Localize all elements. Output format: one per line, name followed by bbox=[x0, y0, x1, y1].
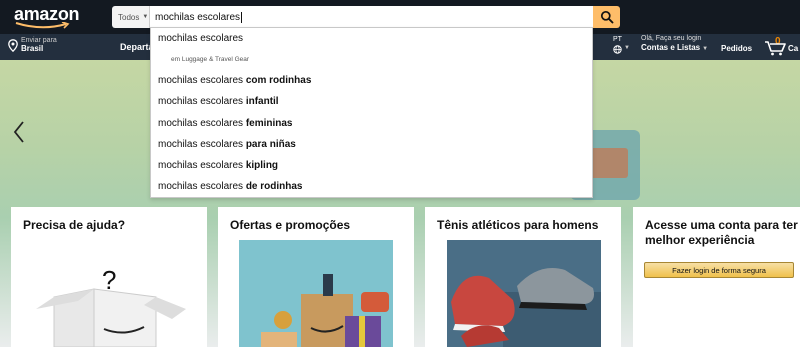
account-and-lists[interactable]: Olá, Faça seu login Contas e Listas ▼ bbox=[641, 35, 708, 52]
suggestion-suffix: com rodinhas bbox=[245, 75, 312, 86]
caret-down-icon: ▼ bbox=[702, 46, 709, 52]
caret-down-icon: ▼ bbox=[624, 45, 630, 51]
account-lists-label: Contas e Listas bbox=[641, 43, 701, 52]
location-pin-icon bbox=[8, 39, 18, 52]
suggestion-item[interactable]: mochilas escolares com rodinhas bbox=[158, 75, 311, 86]
sign-in-button[interactable]: Fazer login de forma segura bbox=[644, 262, 794, 278]
suggestion-prefix: mochilas escolares bbox=[158, 96, 246, 107]
suggestion-item[interactable]: mochilas escolares kipling bbox=[158, 160, 278, 171]
deliver-label: Enviar para bbox=[21, 37, 57, 44]
card-title: Tênis atléticos para homens bbox=[437, 218, 599, 232]
card-title: Acesse uma conta para ter a melhor exper… bbox=[645, 218, 800, 247]
search-category-select[interactable]: Todos ▼ bbox=[112, 6, 150, 28]
cart-icon bbox=[765, 41, 786, 56]
suggestion-item[interactable]: mochilas escolares de rodinhas bbox=[158, 181, 303, 192]
suggestion-item[interactable]: mochilas escolares para niñas bbox=[158, 139, 296, 150]
suggestion-suffix: femininas bbox=[245, 118, 293, 129]
suggestion-item[interactable]: mochilas escolares femininas bbox=[158, 118, 293, 129]
language-selector[interactable]: PT ▼ bbox=[613, 36, 630, 54]
suggestion-item[interactable]: mochilas escolares bbox=[158, 33, 243, 44]
search-button[interactable] bbox=[593, 6, 620, 28]
search-bar: Todos ▼ mochilas escolares bbox=[112, 6, 620, 28]
suggestion-suffix: infantil bbox=[245, 96, 279, 107]
deliver-country: Brasil bbox=[21, 44, 44, 53]
suggestion-department-hint[interactable]: em Luggage & Travel Gear bbox=[171, 56, 249, 63]
search-category-label: Todos bbox=[118, 12, 140, 22]
suggestion-prefix: mochilas escolares bbox=[158, 118, 246, 129]
suggestion-suffix: para niñas bbox=[245, 139, 296, 150]
search-input[interactable]: mochilas escolares bbox=[150, 6, 593, 28]
help-box-image[interactable]: ? bbox=[36, 261, 186, 347]
offers-gifts-image[interactable] bbox=[239, 240, 393, 347]
amazon-smile-icon bbox=[14, 22, 74, 30]
card-offers: Ofertas e promoções bbox=[218, 207, 414, 347]
card-sneakers: Tênis atléticos para homens bbox=[425, 207, 621, 347]
card-account: Acesse uma conta para ter a melhor exper… bbox=[633, 207, 800, 347]
search-icon bbox=[600, 10, 613, 24]
sneakers-image[interactable] bbox=[447, 240, 601, 347]
search-query-text: mochilas escolares bbox=[155, 11, 241, 23]
account-lists-label-row: Contas e Listas ▼ bbox=[641, 43, 708, 52]
account-greeting: Olá, Faça seu login bbox=[641, 35, 702, 42]
suggestion-prefix: mochilas escolares bbox=[158, 75, 246, 86]
hero-package-image bbox=[590, 148, 628, 178]
suggestion-prefix: mochilas escolares bbox=[158, 139, 246, 150]
suggestion-prefix: mochilas escolares bbox=[158, 181, 246, 192]
suggestion-suffix: kipling bbox=[245, 160, 279, 171]
card-title: Precisa de ajuda? bbox=[23, 218, 126, 232]
departments-menu[interactable]: Departa bbox=[120, 42, 154, 52]
suggestion-item[interactable]: mochilas escolares infantil bbox=[158, 96, 279, 107]
text-cursor bbox=[241, 11, 243, 23]
card-title: Ofertas e promoções bbox=[230, 218, 351, 232]
suggestion-suffix: de rodinhas bbox=[245, 181, 303, 192]
cart-label: Ca bbox=[788, 44, 799, 53]
suggestion-prefix: mochilas escolares bbox=[158, 160, 246, 171]
search-suggestions-dropdown: mochilas escolares em Luggage & Travel G… bbox=[150, 27, 593, 198]
orders-link[interactable]: Pedidos bbox=[721, 44, 752, 53]
chevron-left-icon[interactable] bbox=[12, 120, 26, 144]
language-code: PT bbox=[613, 36, 622, 43]
globe-icon bbox=[613, 45, 622, 54]
card-help: Precisa de ajuda? ? bbox=[11, 207, 207, 347]
caret-down-icon: ▼ bbox=[142, 14, 149, 20]
